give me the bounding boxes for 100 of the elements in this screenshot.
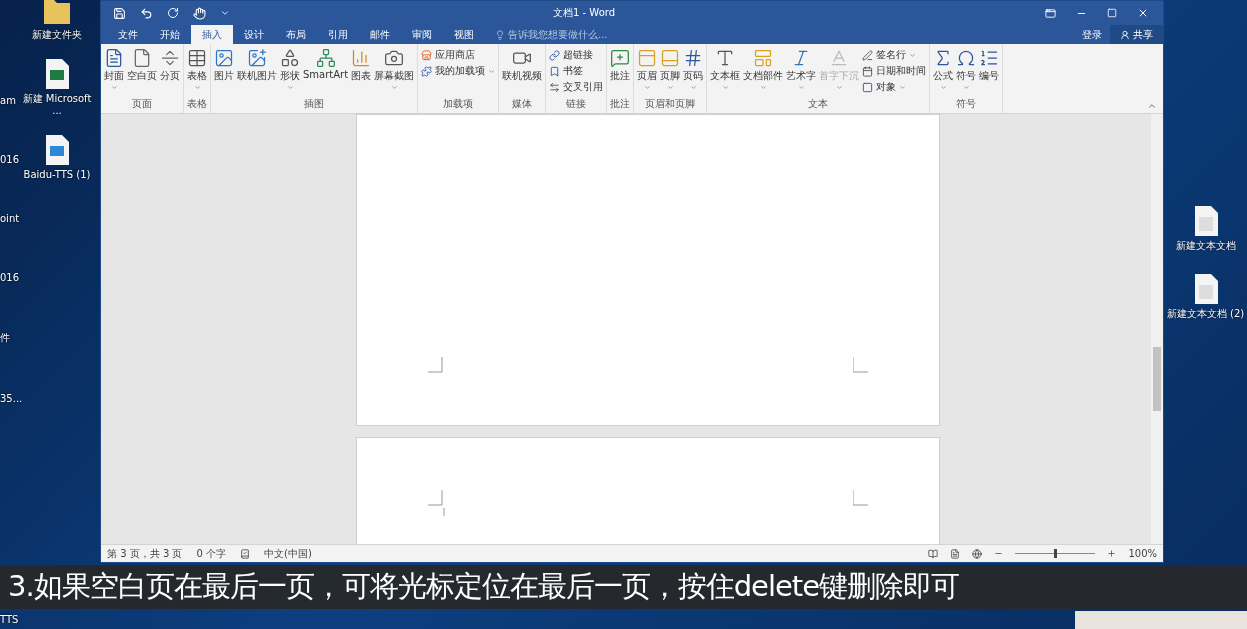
- ribbon-button[interactable]: 页脚: [659, 47, 682, 98]
- footer-icon: [660, 48, 681, 69]
- ribbon-tab[interactable]: 插入: [191, 25, 233, 45]
- layout-icon: [753, 48, 774, 69]
- group-label: 媒体: [511, 97, 534, 112]
- caret-icon: [759, 84, 767, 92]
- ribbon-button[interactable]: 文档部件: [742, 47, 785, 98]
- calendar-icon: [862, 65, 874, 77]
- ribbon-button[interactable]: 我的加载项: [420, 64, 497, 79]
- window-title: 文档1 - Word: [553, 6, 617, 21]
- ribbon-button[interactable]: 页眉: [636, 47, 659, 98]
- margin-corner-mark: [853, 490, 869, 507]
- arrows-icon: [549, 81, 561, 93]
- desktop-icon-label: am: [0, 95, 16, 106]
- maximize-icon[interactable]: [1107, 8, 1117, 19]
- proofing-icon[interactable]: [240, 548, 250, 559]
- ribbon-button[interactable]: 表格: [186, 47, 208, 98]
- ribbon-tab[interactable]: 设计: [233, 25, 275, 45]
- audio-file-icon[interactable]: [43, 133, 71, 166]
- read-mode-icon[interactable]: [928, 548, 939, 559]
- ribbon-tab[interactable]: 文件: [107, 25, 149, 45]
- zoom-in-icon[interactable]: [1107, 549, 1117, 559]
- ribbon-button[interactable]: 封面: [103, 47, 125, 98]
- margin-corner-mark: [427, 490, 447, 519]
- folder-icon[interactable]: [43, 0, 71, 26]
- table-icon: [187, 48, 207, 69]
- picture-icon: [214, 48, 234, 69]
- print-layout-icon[interactable]: [950, 548, 961, 559]
- group-label: 页眉和页脚: [644, 97, 697, 112]
- ribbon-button[interactable]: 页码: [682, 47, 705, 98]
- ribbon-tab[interactable]: 邮件: [359, 25, 401, 45]
- undo-icon[interactable]: [140, 6, 153, 20]
- zoom-slider-thumb[interactable]: [1054, 549, 1058, 559]
- caret-icon: [899, 83, 907, 91]
- redo-icon[interactable]: [167, 7, 179, 20]
- desktop-icon-label: 新建文本文档 (2): [1166, 307, 1245, 320]
- ribbon-button[interactable]: 日期和时间: [861, 64, 928, 79]
- picture-icon: [247, 48, 267, 69]
- ribbon-button[interactable]: 联机视频: [501, 47, 544, 98]
- ribbon-button[interactable]: 签名行: [861, 48, 928, 63]
- desktop-icon-label: Baidu-TTS (1): [23, 168, 91, 181]
- ribbon-tab[interactable]: 视图: [443, 25, 485, 45]
- caret-icon: [689, 84, 697, 92]
- spreadsheet-icon[interactable]: [43, 57, 71, 90]
- ribbon-button[interactable]: SmartArt: [302, 47, 350, 98]
- ribbon-button[interactable]: 对象: [861, 80, 928, 95]
- ribbon-button[interactable]: 联机图片: [236, 47, 278, 98]
- desktop-icon-label: 新建 Microsoft ...: [21, 92, 93, 118]
- ribbon-button[interactable]: 分页: [159, 47, 181, 98]
- header-icon: [637, 48, 658, 69]
- ribbon-tab[interactable]: 布局: [275, 25, 317, 45]
- group-label: 页面: [131, 97, 153, 112]
- scrollbar[interactable]: [1151, 114, 1163, 545]
- subtitle-text: 3.如果空白页在最后一页，可将光标定位在最后一页，按住delete键删除即可: [8, 568, 960, 605]
- ribbon-button[interactable]: 超链接: [548, 48, 605, 63]
- ribbon-button[interactable]: 艺术字: [785, 47, 818, 98]
- ribbon-button[interactable]: 批注: [609, 47, 632, 98]
- ribbon-button[interactable]: 编号: [978, 47, 1001, 98]
- group-label: 批注: [609, 97, 632, 112]
- web-layout-icon[interactable]: [972, 548, 983, 559]
- group-label: 插图: [303, 97, 326, 112]
- caret-icon: [909, 51, 917, 59]
- language-label: 中文(中国): [264, 546, 312, 561]
- ribbon-button[interactable]: 屏幕截图: [373, 47, 416, 98]
- link-icon: [549, 49, 561, 61]
- hand-icon[interactable]: [193, 6, 206, 20]
- scrollbar-thumb[interactable]: [1153, 347, 1161, 412]
- ribbon-button[interactable]: 交叉引用: [548, 80, 605, 95]
- ribbon-button[interactable]: 符号: [955, 47, 978, 98]
- ribbon-tab[interactable]: 引用: [317, 25, 359, 45]
- share-button[interactable]: 共享: [1110, 25, 1163, 45]
- desktop-icon-label: 新建文本文档: [1175, 240, 1236, 253]
- pen-icon: [862, 49, 874, 61]
- group-label: 链接: [565, 97, 588, 112]
- ribbon-button[interactable]: 应用商店: [420, 48, 497, 63]
- ribbon-tab[interactable]: 审阅: [401, 25, 443, 45]
- frame-icon: [862, 81, 874, 93]
- desktop-icon-label: oint: [0, 213, 20, 224]
- ribbon-button[interactable]: 公式: [932, 47, 955, 98]
- tell-me-field[interactable]: 告诉我您想要做什么...: [508, 27, 608, 42]
- sign-in-link[interactable]: 登录: [1074, 25, 1110, 45]
- ribbon-button[interactable]: 书签: [548, 64, 605, 79]
- ribbon-button[interactable]: 文本框: [709, 47, 742, 98]
- ribbon-button[interactable]: 形状: [279, 47, 301, 98]
- group-label: 表格: [186, 97, 208, 112]
- ribbon-button[interactable]: 图片: [213, 47, 235, 98]
- desktop-icon-label: 35...: [0, 393, 23, 404]
- group-label: 加载项: [442, 97, 475, 112]
- caret-icon: [962, 84, 970, 92]
- desktop-icon-label: 016: [0, 272, 20, 283]
- ribbon-button[interactable]: 空白页: [126, 47, 158, 98]
- ribbon-display-icon[interactable]: [1045, 7, 1056, 19]
- save-icon[interactable]: [113, 6, 126, 20]
- caret-icon: [721, 84, 729, 92]
- caret-icon: [643, 84, 651, 92]
- ribbon-tab[interactable]: 开始: [149, 25, 191, 45]
- store-icon: [421, 49, 433, 61]
- document-icon: [104, 48, 124, 69]
- person-icon: [1120, 29, 1130, 40]
- ribbon-button[interactable]: 图表: [350, 47, 373, 98]
